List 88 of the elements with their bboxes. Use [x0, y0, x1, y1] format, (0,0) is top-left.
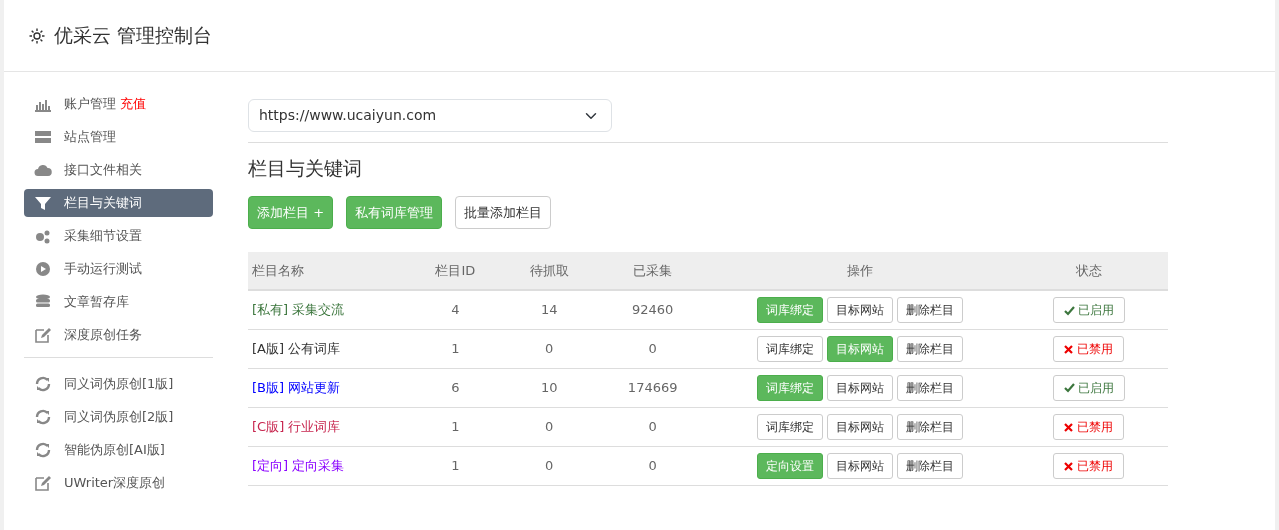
column-name[interactable]: [私有] 采集交流 — [252, 302, 345, 318]
refresh-icon — [34, 442, 52, 458]
column-header: 状态 — [1009, 252, 1168, 291]
check-icon — [1063, 383, 1075, 394]
sidebar-item[interactable]: 账户管理 充值 — [24, 90, 213, 118]
cloud-icon — [34, 162, 52, 178]
sidebar-item[interactable]: UWriter深度原创 — [24, 469, 213, 497]
row-action-button[interactable]: 词库绑定 — [756, 413, 823, 440]
sidebar-item[interactable]: 同义词伪原创[1版] — [24, 370, 213, 398]
status-button[interactable]: 已启用 — [1052, 297, 1125, 324]
play-icon — [34, 261, 52, 277]
table-cell: 0 — [595, 446, 710, 486]
column-name[interactable]: [B版] 网站更新 — [252, 380, 341, 396]
recharge-link[interactable]: 充值 — [120, 94, 146, 114]
column-header: 已采集 — [595, 252, 710, 291]
row-action-button[interactable]: 目标网站 — [826, 374, 893, 401]
row-action-button[interactable]: 目标网站 — [826, 297, 893, 324]
sidebar-label: 同义词伪原创[1版] — [64, 375, 174, 394]
table-cell: 1 — [408, 329, 503, 369]
table-cell: 14 — [502, 290, 596, 330]
filter-icon — [34, 195, 52, 211]
cross-icon — [1064, 422, 1074, 432]
sidebar-item[interactable]: 栏目与关键词 — [24, 189, 213, 217]
refresh-icon — [34, 376, 52, 392]
section-title: 栏目与关键词 — [248, 157, 363, 180]
column-name[interactable]: [定向] 定向采集 — [252, 458, 345, 474]
sidebar-label: 站点管理 — [64, 128, 116, 147]
table-cell: 0 — [595, 407, 710, 447]
row-action-button[interactable]: 删除栏目 — [896, 413, 963, 440]
sidebar-label: 深度原创任务 — [64, 326, 142, 345]
sidebar-label: 采集细节设置 — [64, 227, 142, 246]
row-action-button[interactable]: 目标网站 — [826, 413, 893, 440]
sidebar-item[interactable]: 文章暂存库 — [24, 288, 213, 316]
table-cell: 1 — [408, 407, 503, 447]
sidebar-item[interactable]: 站点管理 — [24, 123, 213, 151]
sidebar-item[interactable]: 深度原创任务 — [24, 321, 213, 349]
sidebar-label: UWriter深度原创 — [64, 474, 166, 493]
column-header: 待抓取 — [502, 252, 596, 291]
table-cell: 0 — [502, 446, 596, 486]
status-button[interactable]: 已禁用 — [1053, 452, 1125, 479]
status-button[interactable]: 已启用 — [1052, 374, 1125, 401]
sidebar-label: 智能伪原创[AI版] — [64, 441, 165, 460]
status-button[interactable]: 已禁用 — [1053, 335, 1125, 362]
table-cell: 174669 — [595, 368, 710, 408]
edit-icon — [34, 475, 52, 491]
console-title: 优采云 管理控制台 — [54, 23, 213, 49]
edit-icon — [34, 327, 52, 343]
sidebar-label: 栏目与关键词 — [64, 194, 142, 213]
column-header: 栏目ID — [408, 252, 503, 291]
row-action-button[interactable]: 删除栏目 — [896, 374, 963, 401]
row-action-button[interactable]: 删除栏目 — [896, 335, 963, 362]
table-cell: 0 — [595, 329, 710, 369]
row-action-button[interactable]: 词库绑定 — [756, 335, 823, 362]
cross-icon — [1064, 461, 1074, 471]
column-name[interactable]: [C版] 行业词库 — [252, 419, 341, 435]
sidebar-label: 手动运行测试 — [64, 260, 142, 279]
table-cell: 4 — [408, 290, 503, 330]
row-action-button[interactable]: 删除栏目 — [896, 452, 963, 479]
sidebar-label: 接口文件相关 — [64, 161, 142, 180]
table-cell: 1 — [408, 446, 503, 486]
check-icon — [1063, 305, 1075, 316]
status-button[interactable]: 已禁用 — [1053, 413, 1125, 440]
table-cell: 10 — [502, 368, 596, 408]
sidebar-item[interactable]: 同义词伪原创[2版] — [24, 403, 213, 431]
refresh-icon — [34, 409, 52, 425]
sidebar-item[interactable]: 手动运行测试 — [24, 255, 213, 283]
sidebar-label: 同义词伪原创[2版] — [64, 408, 174, 427]
database-icon — [34, 294, 52, 310]
cross-icon — [1064, 344, 1074, 354]
site-select[interactable]: https://www.ucaiyun.com — [248, 99, 612, 132]
settings-icon — [28, 26, 46, 45]
table-cell: 0 — [502, 329, 596, 369]
row-action-button[interactable]: 目标网站 — [826, 452, 893, 479]
server-icon — [34, 129, 52, 145]
column-header: 栏目名称 — [248, 252, 408, 291]
column-header: 操作 — [709, 252, 1010, 291]
sidebar-item[interactable]: 接口文件相关 — [24, 156, 213, 184]
row-action-button[interactable]: 删除栏目 — [896, 297, 963, 324]
action-button[interactable]: 批量添加栏目 — [455, 195, 552, 230]
table-cell: 0 — [502, 407, 596, 447]
table-cell: 6 — [408, 368, 503, 408]
gears-icon — [34, 228, 52, 244]
sidebar-label: 文章暂存库 — [64, 293, 129, 312]
sidebar-item[interactable]: 智能伪原创[AI版] — [24, 436, 213, 464]
sidebar-label: 账户管理 — [64, 95, 116, 114]
table-cell: 92460 — [595, 290, 710, 330]
sidebar-item[interactable]: 采集细节设置 — [24, 222, 213, 250]
column-name[interactable]: [A版] 公有词库 — [252, 341, 341, 357]
